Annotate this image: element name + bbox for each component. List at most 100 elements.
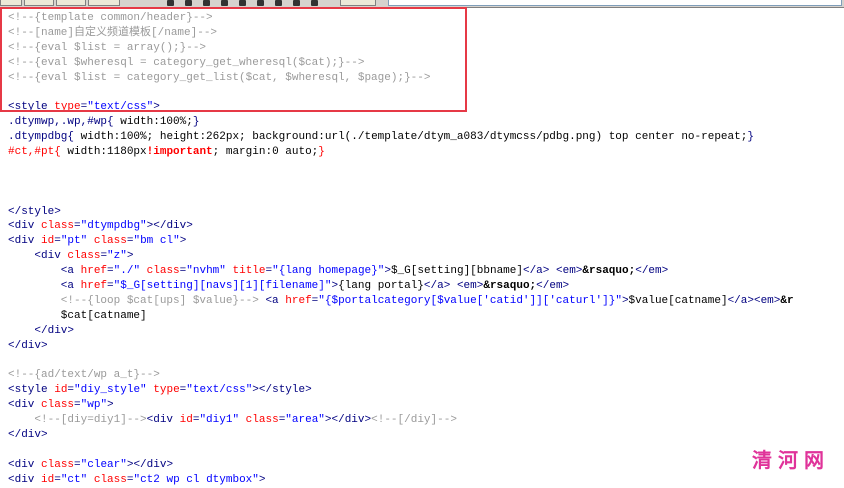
code-token: "./" <box>113 265 141 278</box>
code-token: = <box>107 265 114 278</box>
code-token: </style> <box>8 205 61 218</box>
code-token: "diy_style" <box>74 384 147 397</box>
code-token: "area" <box>285 414 325 427</box>
code-token: id <box>41 235 55 248</box>
code-token: <!--{loop $cat[ups] $value}--> <box>8 294 259 307</box>
toolbar-icon[interactable] <box>239 0 246 6</box>
code-token: <!--{eval $wheresql = category_get_where… <box>8 56 365 69</box>
code-token: "bm cl" <box>133 235 180 248</box>
code-token: "pt" <box>60 235 88 248</box>
toolbar-button[interactable] <box>88 0 120 6</box>
code-token: width:1180px <box>67 146 147 159</box>
code-token: } <box>318 146 325 159</box>
code-token: = <box>54 235 61 248</box>
code-token: id <box>41 473 55 486</box>
code-editor[interactable]: <!--{template common/header}--> <!--[name… <box>8 11 794 488</box>
code-token: id <box>54 384 68 397</box>
code-line: <div class="z"> <box>8 249 794 264</box>
code-token: <div <box>8 473 42 486</box>
code-token: ></style> <box>252 384 312 397</box>
code-token: = <box>74 220 81 233</box>
code-token: "nvhm" <box>186 265 226 278</box>
code-token: .dtympdbg{ <box>8 131 81 144</box>
code-token: > <box>179 235 187 248</box>
code-token: $_G[setting][bbname] <box>390 265 523 278</box>
code-token: = <box>107 280 114 293</box>
code-line: <a href="$_G[setting][navs][1][filename]… <box>8 279 794 294</box>
code-line: </div> <box>8 428 794 443</box>
toolbar-icon[interactable] <box>275 0 282 6</box>
code-token: ; margin:0 auto; <box>212 146 319 159</box>
toolbar-button[interactable] <box>24 0 54 6</box>
toolbar-icon[interactable] <box>221 0 228 6</box>
code-token: </div> <box>8 324 75 337</box>
code-token: ></div> <box>146 220 193 233</box>
toolbar-button[interactable] <box>56 0 86 6</box>
code-line: <div id="ct" class="ct2 wp cl dtymbox"> <box>8 473 794 488</box>
toolbar-button[interactable] <box>0 0 22 6</box>
code-token: <!--[name]自定义频道模板[/name]--> <box>8 26 218 39</box>
code-token: "diy1" <box>199 414 240 427</box>
toolbar-button[interactable] <box>340 0 376 6</box>
toolbar-icon[interactable] <box>203 0 210 6</box>
code-token: $cat[catname] <box>8 309 147 322</box>
code-token: <!--{template common/header}--> <box>8 12 213 24</box>
code-token: "dtympdbg" <box>80 220 147 233</box>
code-token: class <box>41 458 75 471</box>
code-token: </em> <box>536 280 570 293</box>
toolbar-icon[interactable] <box>311 0 318 6</box>
code-line: <style type="text/css"> <box>8 100 794 115</box>
code-line: <!--{eval $list = category_get_list($cat… <box>8 71 794 86</box>
code-token: class <box>245 414 279 427</box>
code-token: </a> <box>522 265 550 278</box>
code-token: "{$portalcategory[$value['catid']]['catu… <box>318 294 622 307</box>
code-line: <div class="wp"> <box>8 398 794 413</box>
code-token: "text/css" <box>186 384 253 397</box>
toolbar-icon[interactable] <box>167 0 174 6</box>
code-line: <!--{template common/header}--> <box>8 11 794 26</box>
code-token: width:100%; <box>120 116 193 129</box>
code-token: "clear" <box>80 458 127 471</box>
code-line: <!--[diy=diy1]--><div id="diy1" class="a… <box>8 413 794 428</box>
code-token: <style <box>8 101 55 114</box>
code-token: </em> <box>635 265 669 278</box>
code-line: .dtymwp,.wp,#wp{ width:100%;} <box>8 115 794 130</box>
code-token: href <box>80 280 108 293</box>
code-token: > <box>621 294 629 307</box>
code-token: } <box>192 116 200 129</box>
code-token: href <box>80 265 108 278</box>
code-token: class <box>93 235 127 248</box>
toolbar-icon[interactable] <box>293 0 300 6</box>
editor-toolbar <box>0 0 844 8</box>
toolbar-icon[interactable] <box>257 0 264 6</box>
code-token: id <box>179 414 193 427</box>
code-line: <!--{loop $cat[ups] $value}--> <a href="… <box>8 294 794 309</box>
code-token: class <box>93 473 127 486</box>
code-token: "$_G[setting][navs][1][filename]" <box>113 280 332 293</box>
code-line: </div> <box>8 339 794 354</box>
code-token: class <box>67 250 101 263</box>
code-token: > <box>107 399 114 412</box>
code-token: title <box>232 265 266 278</box>
toolbar-title-field[interactable] <box>388 0 842 6</box>
code-token: = <box>74 458 81 471</box>
code-token: > <box>126 250 134 263</box>
code-token: "wp" <box>80 399 108 412</box>
code-token: #ct,#pt{ <box>8 146 68 159</box>
code-token: &r <box>780 294 794 307</box>
toolbar-icon[interactable] <box>185 0 192 6</box>
code-token: > <box>153 101 160 114</box>
code-line: <!--[name]自定义频道模板[/name]--> <box>8 26 794 41</box>
code-token: <em> <box>456 280 484 293</box>
code-token: href <box>285 294 312 307</box>
code-token: &rsaquo; <box>582 265 636 278</box>
